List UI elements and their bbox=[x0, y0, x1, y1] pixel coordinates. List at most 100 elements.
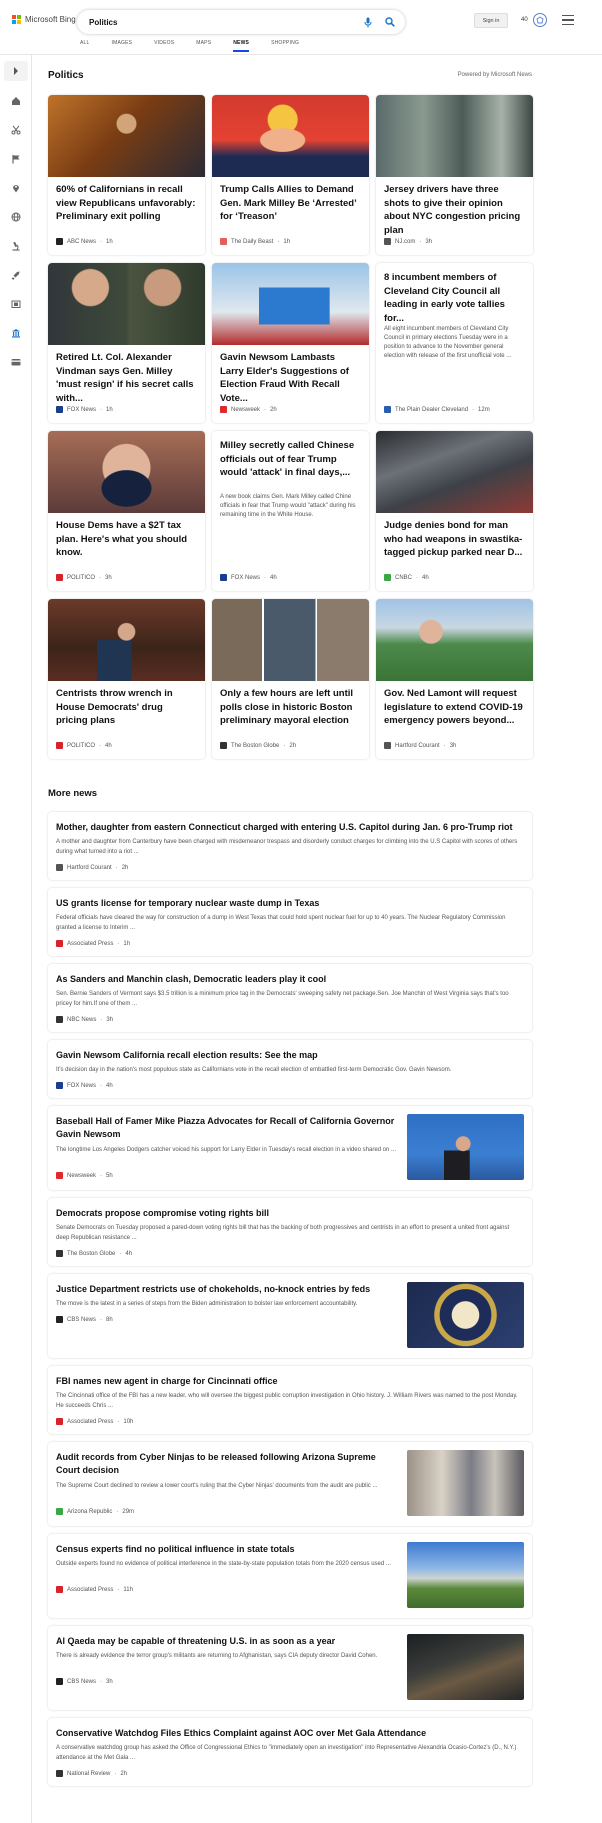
news-list-item[interactable]: Mother, daughter from eastern Connecticu… bbox=[48, 812, 532, 880]
news-item-title[interactable]: Census experts find no political influen… bbox=[56, 1543, 396, 1556]
news-item-title[interactable]: Audit records from Cyber Ninjas to be re… bbox=[56, 1451, 396, 1477]
flag-icon[interactable] bbox=[9, 152, 23, 166]
news-list-item[interactable]: Conservative Watchdog Files Ethics Compl… bbox=[48, 1718, 532, 1786]
microphone-icon[interactable] bbox=[361, 15, 375, 29]
news-item-source[interactable]: The Boston Globe · 4h bbox=[56, 1250, 132, 1257]
search-icon[interactable] bbox=[383, 15, 397, 29]
news-list-item[interactable]: Democrats propose compromise voting righ… bbox=[48, 1198, 532, 1266]
home-icon[interactable] bbox=[9, 94, 23, 108]
card-title[interactable]: Only a few hours are left until polls cl… bbox=[220, 687, 361, 728]
microscope-icon[interactable] bbox=[9, 239, 23, 253]
rocket-icon[interactable] bbox=[9, 268, 23, 282]
card-source[interactable]: POLITICO · 4h bbox=[56, 742, 112, 749]
news-item-title[interactable]: Democrats propose compromise voting righ… bbox=[56, 1207, 522, 1220]
search-box[interactable]: Politics bbox=[77, 10, 405, 34]
news-item-title[interactable]: Justice Department restricts use of chok… bbox=[56, 1283, 396, 1296]
news-card[interactable]: Jersey drivers have three shots to give … bbox=[376, 95, 533, 255]
expand-icon[interactable] bbox=[4, 61, 28, 81]
news-list-item[interactable]: Gavin Newsom California recall election … bbox=[48, 1040, 532, 1098]
powered-by-label[interactable]: Powered by Microsoft News bbox=[458, 72, 532, 78]
news-item-title[interactable]: US grants license for temporary nuclear … bbox=[56, 897, 522, 910]
card-source[interactable]: FOX News · 4h bbox=[220, 574, 277, 581]
card-title[interactable]: Jersey drivers have three shots to give … bbox=[384, 183, 525, 237]
tab-all[interactable]: ALL bbox=[80, 40, 90, 52]
news-item-thumbnail[interactable] bbox=[407, 1634, 524, 1700]
news-item-source[interactable]: NBC News · 3h bbox=[56, 1016, 113, 1023]
card-source[interactable]: The Plain Dealer Cleveland · 12m bbox=[384, 406, 490, 413]
news-card[interactable]: Judge denies bond for man who had weapon… bbox=[376, 431, 533, 591]
news-card[interactable]: House Dems have a $2T tax plan. Here's w… bbox=[48, 431, 205, 591]
bank-icon[interactable] bbox=[9, 326, 23, 340]
search-input[interactable]: Politics bbox=[89, 18, 361, 27]
news-card[interactable]: 8 incumbent members of Cleveland City Co… bbox=[376, 263, 533, 423]
tab-maps[interactable]: MAPS bbox=[196, 40, 211, 52]
news-card[interactable]: 60% of Californians in recall view Repub… bbox=[48, 95, 205, 255]
tab-videos[interactable]: VIDEOS bbox=[154, 40, 174, 52]
card-source[interactable]: NJ.com · 3h bbox=[384, 238, 432, 245]
card-source[interactable]: FOX News · 1h bbox=[56, 406, 113, 413]
tab-news[interactable]: NEWS bbox=[233, 40, 250, 52]
news-item-title[interactable]: Baseball Hall of Famer Mike Piazza Advoc… bbox=[56, 1115, 396, 1141]
news-list-item[interactable]: Justice Department restricts use of chok… bbox=[48, 1274, 532, 1358]
bing-logo[interactable]: Microsoft Bing bbox=[12, 15, 76, 24]
card-title[interactable]: Judge denies bond for man who had weapon… bbox=[384, 519, 525, 560]
globe-icon[interactable] bbox=[9, 210, 23, 224]
news-item-title[interactable]: Conservative Watchdog Files Ethics Compl… bbox=[56, 1727, 522, 1740]
card-source[interactable]: ABC News · 1h bbox=[56, 238, 113, 245]
card-title[interactable]: House Dems have a $2T tax plan. Here's w… bbox=[56, 519, 197, 560]
news-card[interactable]: Gov. Ned Lamont will request legislature… bbox=[376, 599, 533, 759]
tab-shopping[interactable]: SHOPPING bbox=[271, 40, 299, 52]
card-title[interactable]: Centrists throw wrench in House Democrat… bbox=[56, 687, 197, 728]
news-card[interactable]: Trump Calls Allies to Demand Gen. Mark M… bbox=[212, 95, 369, 255]
card-title[interactable]: Milley secretly called Chinese officials… bbox=[220, 439, 361, 480]
news-item-source[interactable]: Hartford Courant · 2h bbox=[56, 864, 128, 871]
news-item-source[interactable]: CBS News · 8h bbox=[56, 1316, 113, 1323]
rewards-icon[interactable] bbox=[532, 12, 548, 28]
card-source[interactable]: Hartford Courant · 3h bbox=[384, 742, 456, 749]
news-item-title[interactable]: As Sanders and Manchin clash, Democratic… bbox=[56, 973, 522, 986]
card-source[interactable]: The Boston Globe · 2h bbox=[220, 742, 296, 749]
card-title[interactable]: 8 incumbent members of Cleveland City Co… bbox=[384, 271, 525, 325]
news-item-thumbnail[interactable] bbox=[407, 1114, 524, 1180]
news-list-item[interactable]: FBI names new agent in charge for Cincin… bbox=[48, 1366, 532, 1434]
news-item-source[interactable]: CBS News · 3h bbox=[56, 1678, 113, 1685]
news-list-item[interactable]: Census experts find no political influen… bbox=[48, 1534, 532, 1618]
card-title[interactable]: Gov. Ned Lamont will request legislature… bbox=[384, 687, 525, 728]
news-card[interactable]: Milley secretly called Chinese officials… bbox=[212, 431, 369, 591]
location-pin-icon[interactable] bbox=[9, 181, 23, 195]
news-item-source[interactable]: Arizona Republic · 29m bbox=[56, 1508, 134, 1515]
news-item-source[interactable]: Associated Press · 1h bbox=[56, 940, 130, 947]
news-card[interactable]: Gavin Newsom Lambasts Larry Elder's Sugg… bbox=[212, 263, 369, 423]
news-list-item[interactable]: US grants license for temporary nuclear … bbox=[48, 888, 532, 956]
news-item-source[interactable]: Newsweek · 5h bbox=[56, 1172, 113, 1179]
tab-images[interactable]: IMAGES bbox=[112, 40, 133, 52]
film-icon[interactable] bbox=[9, 297, 23, 311]
rewards-points[interactable]: 40 bbox=[521, 17, 528, 23]
news-list-item[interactable]: Al Qaeda may be capable of threatening U… bbox=[48, 1626, 532, 1710]
credit-card-icon[interactable] bbox=[9, 355, 23, 369]
sign-in-button[interactable]: Sign in bbox=[474, 13, 508, 28]
card-source[interactable]: POLITICO · 3h bbox=[56, 574, 112, 581]
news-item-title[interactable]: Mother, daughter from eastern Connecticu… bbox=[56, 821, 522, 834]
card-source[interactable]: CNBC · 4h bbox=[384, 574, 429, 581]
news-card[interactable]: Retired Lt. Col. Alexander Vindman says … bbox=[48, 263, 205, 423]
card-title[interactable]: Gavin Newsom Lambasts Larry Elder's Sugg… bbox=[220, 351, 361, 405]
news-list-item[interactable]: As Sanders and Manchin clash, Democratic… bbox=[48, 964, 532, 1032]
news-item-source[interactable]: National Review · 2h bbox=[56, 1770, 127, 1777]
news-item-thumbnail[interactable] bbox=[407, 1542, 524, 1608]
news-item-title[interactable]: Gavin Newsom California recall election … bbox=[56, 1049, 522, 1062]
news-item-thumbnail[interactable] bbox=[407, 1450, 524, 1516]
card-source[interactable]: The Daily Beast · 1h bbox=[220, 238, 290, 245]
news-card[interactable]: Only a few hours are left until polls cl… bbox=[212, 599, 369, 759]
menu-icon[interactable] bbox=[562, 15, 574, 25]
news-card[interactable]: Centrists throw wrench in House Democrat… bbox=[48, 599, 205, 759]
card-source[interactable]: Newsweek · 2h bbox=[220, 406, 277, 413]
news-list-item[interactable]: Baseball Hall of Famer Mike Piazza Advoc… bbox=[48, 1106, 532, 1190]
card-title[interactable]: Trump Calls Allies to Demand Gen. Mark M… bbox=[220, 183, 361, 224]
news-item-title[interactable]: FBI names new agent in charge for Cincin… bbox=[56, 1375, 522, 1388]
news-item-source[interactable]: FOX News · 4h bbox=[56, 1082, 113, 1089]
news-item-source[interactable]: Associated Press · 11h bbox=[56, 1586, 133, 1593]
card-title[interactable]: Retired Lt. Col. Alexander Vindman says … bbox=[56, 351, 197, 405]
card-title[interactable]: 60% of Californians in recall view Repub… bbox=[56, 183, 197, 224]
news-item-title[interactable]: Al Qaeda may be capable of threatening U… bbox=[56, 1635, 396, 1648]
